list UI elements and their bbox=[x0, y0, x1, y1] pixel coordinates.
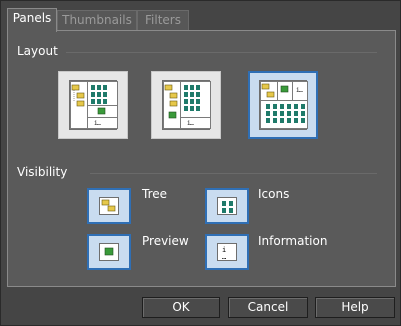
tree-pane bbox=[70, 81, 88, 129]
layout-thumbnail: i… bbox=[69, 80, 118, 130]
icons-pane bbox=[180, 81, 211, 118]
icons-pane bbox=[87, 81, 118, 106]
information-pane: i… bbox=[292, 81, 308, 101]
tab-thumbnails[interactable]: Thumbnails bbox=[57, 10, 137, 30]
information-pane: i… bbox=[87, 117, 118, 129]
tree-pane bbox=[163, 81, 181, 129]
icons-pane bbox=[260, 100, 308, 129]
information-visibility-toggle[interactable]: i… bbox=[205, 234, 249, 270]
layout-option-tree-left[interactable]: i… bbox=[58, 71, 128, 139]
folder-tree-icon bbox=[99, 197, 119, 215]
preview-icon bbox=[280, 85, 289, 93]
layout-thumbnail: i… bbox=[259, 80, 308, 130]
folder-tree-icon bbox=[261, 83, 275, 98]
preview-icon bbox=[97, 107, 106, 115]
information-icon: i… bbox=[217, 243, 237, 261]
tree-pane bbox=[260, 81, 278, 101]
information-pane: i… bbox=[180, 117, 211, 129]
information-visibility-label: Information bbox=[258, 234, 328, 248]
help-button[interactable]: Help bbox=[315, 297, 395, 318]
preview-icon bbox=[99, 243, 119, 261]
preferences-dialog: Panels Thumbnails Filters Layout i… i… i… bbox=[0, 0, 401, 326]
visibility-section-label: Visibility bbox=[17, 165, 68, 179]
ok-button[interactable]: OK bbox=[142, 297, 220, 318]
layout-option-tree-center[interactable]: i… bbox=[151, 71, 221, 139]
icons-visibility-label: Icons bbox=[258, 187, 290, 201]
visibility-divider bbox=[90, 173, 377, 174]
tab-panels[interactable]: Panels bbox=[7, 8, 57, 32]
cancel-button[interactable]: Cancel bbox=[228, 297, 308, 318]
preview-visibility-toggle[interactable] bbox=[87, 234, 131, 270]
layout-thumbnail: i… bbox=[162, 80, 211, 130]
icons-grid-icon bbox=[217, 197, 237, 215]
tree-visibility-label: Tree bbox=[142, 187, 168, 201]
icons-visibility-toggle[interactable] bbox=[205, 188, 249, 224]
layout-divider bbox=[66, 52, 377, 53]
panels-tab-content: Layout i… i… i… Visibility Tree Icons Pr… bbox=[7, 30, 396, 287]
layout-option-grid-bottom[interactable]: i… bbox=[248, 71, 318, 139]
tab-filters[interactable]: Filters bbox=[137, 10, 189, 30]
preview-visibility-label: Preview bbox=[142, 234, 189, 248]
preview-pane bbox=[277, 81, 293, 101]
layout-section-label: Layout bbox=[17, 44, 58, 58]
folder-tree-icon bbox=[71, 84, 85, 107]
tree-visibility-toggle[interactable] bbox=[87, 188, 131, 224]
folder-tree-icon bbox=[164, 84, 178, 119]
